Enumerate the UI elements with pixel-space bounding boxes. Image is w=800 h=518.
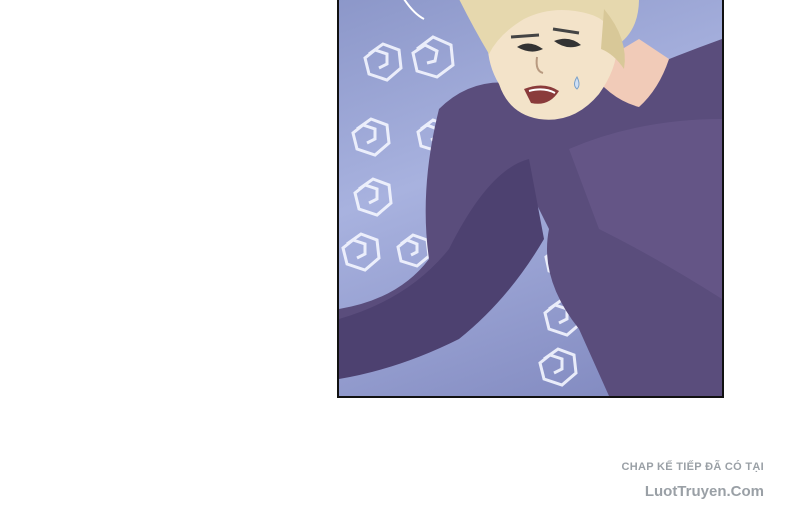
comic-illustration	[339, 0, 722, 396]
watermark-line1: CHAP KẾ TIẾP ĐÃ CÓ TẠI	[621, 461, 764, 473]
watermark-site-link[interactable]: LuotTruyen.Com	[544, 483, 764, 500]
comic-panel	[337, 0, 724, 398]
